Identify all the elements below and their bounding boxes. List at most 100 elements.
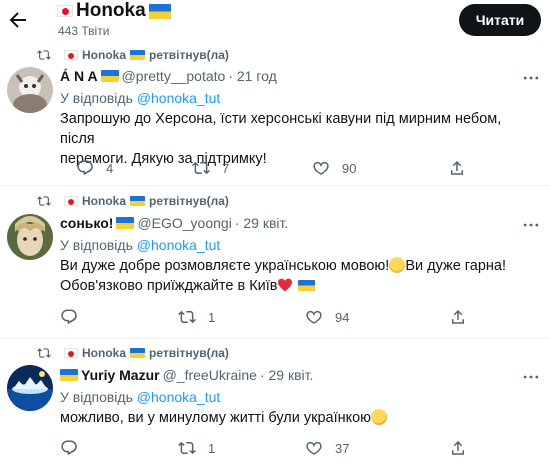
reply-handle-link[interactable]: @honoka_tut [137,90,221,106]
share-icon [452,309,464,324]
ukraine-flag-icon [60,369,78,381]
author-name[interactable]: сонько! [60,215,113,231]
red-heart-icon [278,278,293,292]
reply-prefix: У відповідь [60,90,133,106]
heart-icon [313,161,329,175]
tweet-text: можливо, ви у минулому житті були україн… [60,408,530,428]
author-handle[interactable]: @EGO_yoongi [137,215,231,231]
like-button[interactable]: 90 [312,159,356,177]
like-button[interactable]: 37 [305,439,349,457]
reply-context: У відповідь @honoka_tut [60,90,220,106]
japan-flag-icon [64,348,78,358]
heart-icon [306,441,322,455]
follow-button[interactable]: Читати [459,4,541,36]
ukraine-flag-icon [100,70,119,82]
tweet-text-line: Ви дуже добре розмовляєте українською мо… [60,256,530,276]
thinking-face-emoji-icon [371,409,388,425]
reply-context: У відповідь @honoka_tut [60,389,220,405]
retweet-icon [192,161,210,175]
ukraine-flag-icon [130,348,146,358]
tweet-1[interactable]: Honoka ретвітнув(ла) Á N A @pretty__pota… [0,44,550,186]
retweet-icon [37,50,51,60]
ukraine-flag-icon [297,280,315,291]
reply-handle-link[interactable]: @honoka_tut [137,237,221,253]
retweeted-label: ретвітнув(ла) [149,48,229,62]
ukraine-flag-icon [148,3,171,19]
reply-context: У відповідь @honoka_tut [60,237,220,253]
tweet-count: 443 Твіти [58,24,110,38]
tweet-time[interactable]: · 21 год [228,68,276,84]
retweet-context: Honoka ретвітнув(ла) [36,48,229,62]
profile-header: Honoka 443 Твіти Читати [0,0,550,44]
share-button[interactable] [449,308,467,326]
share-button[interactable] [448,159,466,177]
avatar[interactable] [7,365,53,411]
more-icon[interactable] [521,68,541,88]
retweeter-name[interactable]: Honoka [82,194,126,208]
share-button[interactable] [449,439,467,457]
tweet-2[interactable]: Honoka ретвітнув(ла) сонько! @EGO_yoongi… [0,187,550,339]
retweet-icon [178,441,196,455]
reply-icon [61,440,77,456]
reply-button[interactable]: 4 [76,159,113,177]
japan-flag-icon [57,5,73,17]
japan-flag-icon [64,50,78,60]
retweet-context: Honoka ретвітнув(ла) [36,194,229,208]
avatar[interactable] [7,67,53,113]
share-icon [451,160,463,175]
like-count: 90 [342,160,357,176]
reply-handle-link[interactable]: @honoka_tut [137,389,221,405]
tweet-text-line: можливо, ви у минулому житті були україн… [60,410,372,426]
retweet-icon [37,196,51,206]
reply-button[interactable] [60,439,90,457]
tweet-text-part: Обов'язково приїжджайте в Київ [60,278,278,294]
retweet-button[interactable]: 7 [192,159,229,177]
author-name[interactable]: Á N A [60,68,98,84]
like-count: 94 [335,309,350,325]
tweet-text-part: Ви дуже гарна! [405,258,507,274]
tweet-meta: Á N A @pretty__potato · 21 год [60,68,277,84]
tweet-actions: 4 7 90 [60,159,530,179]
relieved-face-emoji-icon [389,257,406,273]
retweet-count: 1 [208,309,216,325]
back-arrow-icon[interactable] [6,8,30,32]
share-icon [452,440,464,455]
retweeted-label: ретвітнув(ла) [149,194,229,208]
heart-icon [306,310,322,324]
reply-icon [61,309,77,325]
retweeter-name[interactable]: Honoka [82,346,126,360]
author-name[interactable]: Yuriy Mazur [81,367,160,383]
reply-button[interactable] [60,308,90,326]
reply-icon [77,160,93,176]
retweeted-label: ретвітнув(ла) [149,346,229,360]
ukraine-flag-icon [130,196,146,206]
tweet-meta: Yuriy Mazur @_freeUkraine · 29 квіт. [60,367,313,383]
more-icon[interactable] [521,215,541,235]
tweet-time[interactable]: · 29 квіт. [235,215,288,231]
tweet-3[interactable]: Honoka ретвітнув(ла) Yuriy Mazur @_freeU… [0,340,550,472]
retweet-button[interactable]: 1 [178,308,215,326]
tweet-time[interactable]: · 29 квіт. [260,367,313,383]
tweet-text: Ви дуже добре розмовляєте українською мо… [60,256,530,296]
reply-count: 4 [106,160,114,176]
like-button[interactable]: 94 [305,308,349,326]
japan-flag-icon [64,196,78,206]
ukraine-flag-icon [116,217,135,229]
tweet-text-line: Обов'язково приїжджайте в Київ [60,276,530,296]
like-count: 37 [335,440,350,456]
more-icon[interactable] [521,367,541,387]
retweeter-name[interactable]: Honoka [82,48,126,62]
avatar[interactable] [7,214,53,260]
reply-prefix: У відповідь [60,237,133,253]
retweet-count: 1 [208,440,216,456]
tweet-text-line: Запрошую до Херсона, їсти херсонські кав… [60,111,502,147]
retweet-icon [178,310,196,324]
tweet-text-part: Ви дуже добре розмовляєте українською мо… [60,258,390,274]
retweet-button[interactable]: 1 [178,439,215,457]
ukraine-flag-icon [130,50,146,60]
reply-prefix: У відповідь [60,389,133,405]
retweet-context: Honoka ретвітнув(ла) [36,346,229,360]
retweet-icon [37,348,51,358]
author-handle[interactable]: @pretty__potato [122,68,226,84]
author-handle[interactable]: @_freeUkraine [163,367,257,383]
